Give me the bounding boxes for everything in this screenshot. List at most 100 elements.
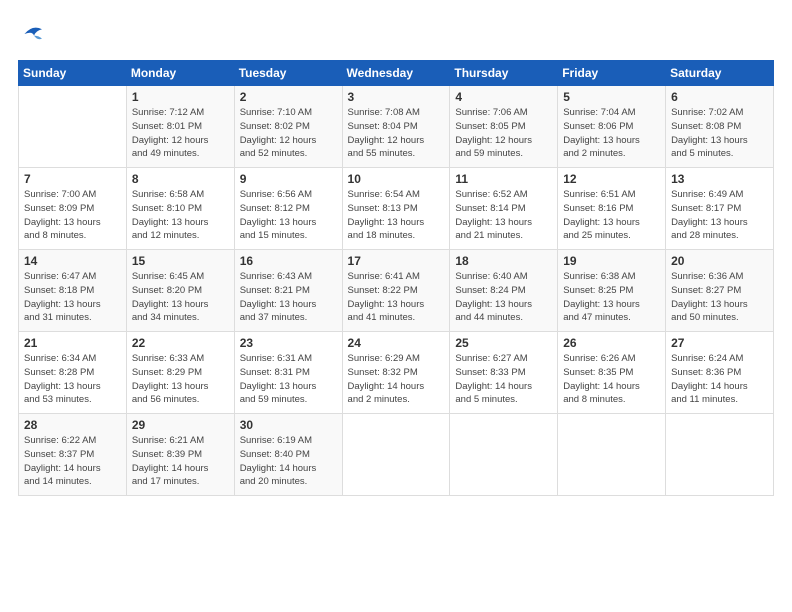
day-info: Sunrise: 6:56 AMSunset: 8:12 PMDaylight:… (240, 188, 337, 243)
calendar-cell: 18 Sunrise: 6:40 AMSunset: 8:24 PMDayligh… (450, 250, 558, 332)
day-number: 25 (455, 336, 552, 350)
logo-icon (18, 18, 50, 50)
day-number: 30 (240, 418, 337, 432)
logo (18, 18, 54, 50)
calendar-cell: 28 Sunrise: 6:22 AMSunset: 8:37 PMDayligh… (19, 414, 127, 496)
day-number: 10 (348, 172, 445, 186)
day-info: Sunrise: 7:06 AMSunset: 8:05 PMDaylight:… (455, 106, 552, 161)
day-info: Sunrise: 6:45 AMSunset: 8:20 PMDaylight:… (132, 270, 229, 325)
day-info: Sunrise: 6:21 AMSunset: 8:39 PMDaylight:… (132, 434, 229, 489)
calendar-cell: 17 Sunrise: 6:41 AMSunset: 8:22 PMDayligh… (342, 250, 450, 332)
day-number: 12 (563, 172, 660, 186)
header-day-wednesday: Wednesday (342, 61, 450, 86)
calendar-cell: 10Sunrise: 6:54 AMSunset: 8:13 PMDayligh… (342, 168, 450, 250)
calendar-cell: 6Sunrise: 7:02 AMSunset: 8:08 PMDaylight… (666, 86, 774, 168)
day-number: 3 (348, 90, 445, 104)
week-row-5: 28 Sunrise: 6:22 AMSunset: 8:37 PMDayligh… (19, 414, 774, 496)
calendar-cell: 3Sunrise: 7:08 AMSunset: 8:04 PMDaylight… (342, 86, 450, 168)
calendar-cell (19, 86, 127, 168)
page: SundayMondayTuesdayWednesdayThursdayFrid… (0, 0, 792, 506)
day-number: 1 (132, 90, 229, 104)
day-number: 21 (24, 336, 121, 350)
day-number: 27 (671, 336, 768, 350)
calendar-cell: 4 Sunrise: 7:06 AMSunset: 8:05 PMDaylight… (450, 86, 558, 168)
header-day-thursday: Thursday (450, 61, 558, 86)
day-info: Sunrise: 6:41 AMSunset: 8:22 PMDaylight:… (348, 270, 445, 325)
calendar-cell: 29 Sunrise: 6:21 AMSunset: 8:39 PMDayligh… (126, 414, 234, 496)
calendar-cell: 2 Sunrise: 7:10 AMSunset: 8:02 PMDaylight… (234, 86, 342, 168)
day-number: 9 (240, 172, 337, 186)
day-number: 11 (455, 172, 552, 186)
day-number: 15 (132, 254, 229, 268)
header-day-monday: Monday (126, 61, 234, 86)
day-number: 7 (24, 172, 121, 186)
day-info: Sunrise: 6:38 AMSunset: 8:25 PMDaylight:… (563, 270, 660, 325)
calendar-cell: 30 Sunrise: 6:19 AMSunset: 8:40 PMDayligh… (234, 414, 342, 496)
calendar-header: SundayMondayTuesdayWednesdayThursdayFrid… (19, 61, 774, 86)
calendar-cell: 12 Sunrise: 6:51 AMSunset: 8:16 PMDayligh… (558, 168, 666, 250)
day-number: 16 (240, 254, 337, 268)
header-row: SundayMondayTuesdayWednesdayThursdayFrid… (19, 61, 774, 86)
calendar-cell: 20 Sunrise: 6:36 AMSunset: 8:27 PMDayligh… (666, 250, 774, 332)
day-info: Sunrise: 7:00 AMSunset: 8:09 PMDaylight:… (24, 188, 121, 243)
day-number: 4 (455, 90, 552, 104)
day-number: 13 (671, 172, 768, 186)
header-day-sunday: Sunday (19, 61, 127, 86)
day-info: Sunrise: 6:58 AMSunset: 8:10 PMDaylight:… (132, 188, 229, 243)
calendar-table: SundayMondayTuesdayWednesdayThursdayFrid… (18, 60, 774, 496)
day-info: Sunrise: 7:12 AMSunset: 8:01 PMDaylight:… (132, 106, 229, 161)
day-number: 5 (563, 90, 660, 104)
calendar-cell: 26 Sunrise: 6:26 AMSunset: 8:35 PMDayligh… (558, 332, 666, 414)
calendar-cell (342, 414, 450, 496)
day-number: 22 (132, 336, 229, 350)
day-info: Sunrise: 6:43 AMSunset: 8:21 PMDaylight:… (240, 270, 337, 325)
day-info: Sunrise: 6:33 AMSunset: 8:29 PMDaylight:… (132, 352, 229, 407)
calendar-cell: 24Sunrise: 6:29 AMSunset: 8:32 PMDayligh… (342, 332, 450, 414)
day-info: Sunrise: 6:27 AMSunset: 8:33 PMDaylight:… (455, 352, 552, 407)
week-row-2: 7 Sunrise: 7:00 AMSunset: 8:09 PMDaylight… (19, 168, 774, 250)
header-day-tuesday: Tuesday (234, 61, 342, 86)
day-number: 8 (132, 172, 229, 186)
header (18, 18, 774, 50)
calendar-cell: 21Sunrise: 6:34 AMSunset: 8:28 PMDayligh… (19, 332, 127, 414)
day-number: 19 (563, 254, 660, 268)
day-number: 2 (240, 90, 337, 104)
day-number: 6 (671, 90, 768, 104)
day-number: 20 (671, 254, 768, 268)
calendar-cell: 9 Sunrise: 6:56 AMSunset: 8:12 PMDaylight… (234, 168, 342, 250)
day-info: Sunrise: 7:10 AMSunset: 8:02 PMDaylight:… (240, 106, 337, 161)
calendar-cell: 22 Sunrise: 6:33 AMSunset: 8:29 PMDayligh… (126, 332, 234, 414)
day-info: Sunrise: 6:29 AMSunset: 8:32 PMDaylight:… (348, 352, 445, 407)
calendar-cell (666, 414, 774, 496)
calendar-cell: 15 Sunrise: 6:45 AMSunset: 8:20 PMDayligh… (126, 250, 234, 332)
day-info: Sunrise: 6:40 AMSunset: 8:24 PMDaylight:… (455, 270, 552, 325)
calendar-cell: 11 Sunrise: 6:52 AMSunset: 8:14 PMDayligh… (450, 168, 558, 250)
day-info: Sunrise: 6:36 AMSunset: 8:27 PMDaylight:… (671, 270, 768, 325)
day-number: 23 (240, 336, 337, 350)
calendar-cell: 5Sunrise: 7:04 AMSunset: 8:06 PMDaylight… (558, 86, 666, 168)
calendar-cell: 8 Sunrise: 6:58 AMSunset: 8:10 PMDaylight… (126, 168, 234, 250)
day-info: Sunrise: 6:26 AMSunset: 8:35 PMDaylight:… (563, 352, 660, 407)
week-row-3: 14Sunrise: 6:47 AMSunset: 8:18 PMDayligh… (19, 250, 774, 332)
day-number: 28 (24, 418, 121, 432)
calendar-cell: 25 Sunrise: 6:27 AMSunset: 8:33 PMDayligh… (450, 332, 558, 414)
calendar-cell: 1 Sunrise: 7:12 AMSunset: 8:01 PMDaylight… (126, 86, 234, 168)
calendar-cell (450, 414, 558, 496)
day-number: 17 (348, 254, 445, 268)
day-info: Sunrise: 6:22 AMSunset: 8:37 PMDaylight:… (24, 434, 121, 489)
calendar-cell: 13Sunrise: 6:49 AMSunset: 8:17 PMDayligh… (666, 168, 774, 250)
calendar-cell: 27Sunrise: 6:24 AMSunset: 8:36 PMDayligh… (666, 332, 774, 414)
week-row-4: 21Sunrise: 6:34 AMSunset: 8:28 PMDayligh… (19, 332, 774, 414)
day-number: 29 (132, 418, 229, 432)
day-info: Sunrise: 6:51 AMSunset: 8:16 PMDaylight:… (563, 188, 660, 243)
day-info: Sunrise: 6:52 AMSunset: 8:14 PMDaylight:… (455, 188, 552, 243)
header-day-saturday: Saturday (666, 61, 774, 86)
day-info: Sunrise: 6:19 AMSunset: 8:40 PMDaylight:… (240, 434, 337, 489)
calendar-body: 1 Sunrise: 7:12 AMSunset: 8:01 PMDaylight… (19, 86, 774, 496)
calendar-cell: 19 Sunrise: 6:38 AMSunset: 8:25 PMDayligh… (558, 250, 666, 332)
day-number: 18 (455, 254, 552, 268)
calendar-cell: 7 Sunrise: 7:00 AMSunset: 8:09 PMDaylight… (19, 168, 127, 250)
day-number: 26 (563, 336, 660, 350)
calendar-cell: 23Sunrise: 6:31 AMSunset: 8:31 PMDayligh… (234, 332, 342, 414)
calendar-cell: 14Sunrise: 6:47 AMSunset: 8:18 PMDayligh… (19, 250, 127, 332)
